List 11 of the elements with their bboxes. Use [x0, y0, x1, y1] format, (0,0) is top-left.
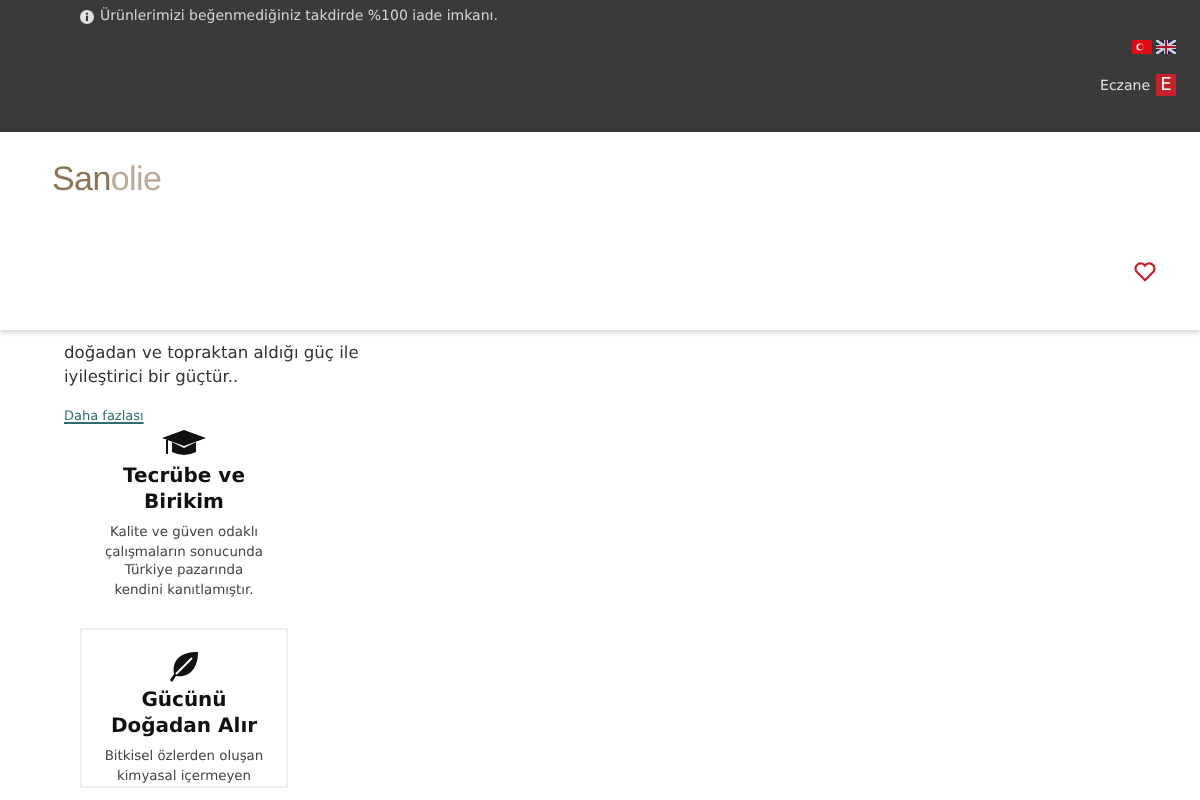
- feature-title: Tecrübe ve Birikim: [121, 464, 247, 516]
- logo[interactable]: Sanolie: [52, 160, 162, 200]
- pharmacy-badge[interactable]: E: [1156, 74, 1176, 96]
- leaf-icon: [168, 650, 200, 682]
- intro-paragraph: doğadan ve topraktan aldığı güç ile iyileştirici bir güçtür..: [64, 340, 361, 388]
- turkish-flag-icon[interactable]: [1132, 40, 1152, 54]
- feature-title: Gücünü Doğadan Alır: [108, 688, 260, 740]
- graduation-cap-icon: [162, 430, 206, 458]
- heart-icon[interactable]: [1134, 262, 1156, 282]
- info-icon: [80, 9, 94, 23]
- british-flag-icon[interactable]: [1156, 40, 1176, 54]
